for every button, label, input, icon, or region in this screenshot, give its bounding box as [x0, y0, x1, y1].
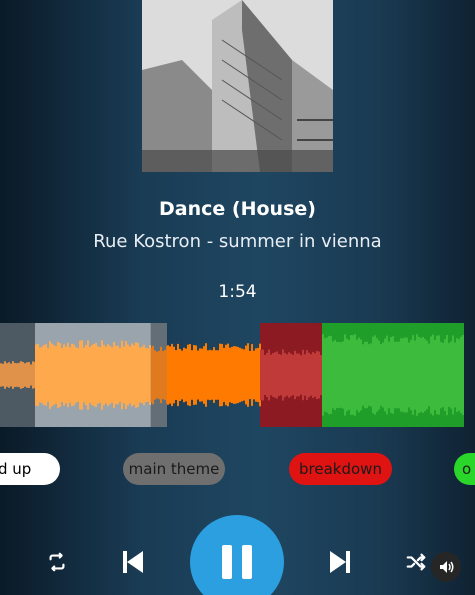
section-chip-breakdown[interactable]: breakdown	[289, 453, 392, 485]
next-icon	[330, 551, 350, 573]
section-chip-build-up[interactable]: d up	[0, 453, 60, 485]
previous-button[interactable]	[117, 545, 151, 579]
shuffle-icon	[406, 553, 426, 571]
waveform-intro-bars	[0, 361, 36, 389]
play-pause-button[interactable]	[190, 515, 284, 595]
pause-icon	[222, 545, 252, 579]
volume-icon	[440, 561, 454, 573]
waveform-main-theme-bars	[167, 343, 261, 407]
waveform-gap-bars	[150, 345, 168, 405]
repeat-icon	[49, 552, 65, 572]
section-chip-main-theme[interactable]: main theme	[123, 453, 225, 485]
section-chip-next[interactable]: o	[454, 453, 475, 485]
repeat-button[interactable]	[42, 547, 72, 577]
next-button[interactable]	[322, 545, 356, 579]
waveform-drop-bars	[322, 334, 464, 416]
waveform-breakdown-bars	[260, 349, 322, 401]
current-time: 1:54	[218, 282, 257, 302]
track-title: Dance (House)	[159, 198, 316, 220]
album-art	[142, 0, 333, 172]
waveform-build-up-bars	[35, 340, 151, 410]
waveform[interactable]	[0, 323, 475, 427]
waveform-scrubber[interactable]	[0, 323, 475, 427]
section-chips: d up main theme breakdown o	[0, 453, 475, 487]
playhead	[150, 323, 151, 427]
track-artist-album: Rue Kostron - summer in vienna	[93, 231, 382, 252]
album-art-image	[142, 0, 333, 172]
volume-button[interactable]	[431, 552, 461, 582]
shuffle-button[interactable]	[401, 547, 431, 577]
previous-icon	[123, 551, 143, 573]
